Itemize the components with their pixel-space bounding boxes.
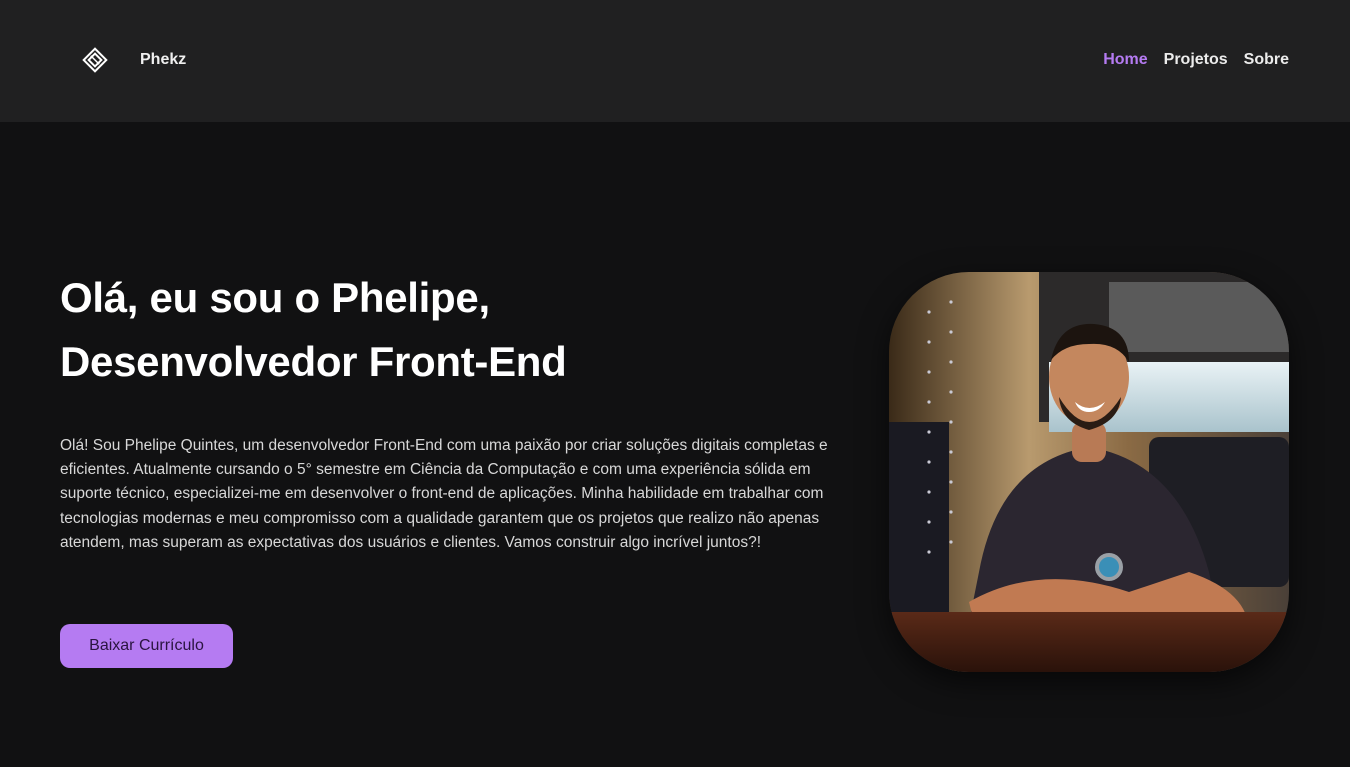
nav-link-home[interactable]: Home	[1103, 51, 1147, 69]
nav-link-sobre[interactable]: Sobre	[1244, 51, 1289, 69]
navbar: Phekz Home Projetos Sobre	[0, 0, 1350, 122]
hero-title-line-2: Desenvolvedor Front-End	[60, 338, 567, 385]
brand-name[interactable]: Phekz	[140, 51, 186, 69]
download-cv-button[interactable]: Baixar Currículo	[60, 624, 233, 668]
profile-photo	[889, 272, 1289, 672]
hero-description: Olá! Sou Phelipe Quintes, um desenvolved…	[60, 437, 828, 551]
hero-title: Olá, eu sou o Phelipe, Desenvolvedor Fro…	[60, 266, 567, 394]
nav-link-projetos[interactable]: Projetos	[1164, 51, 1228, 69]
hero-title-line-1: Olá, eu sou o Phelipe,	[60, 274, 490, 321]
diamond-logo-icon[interactable]	[80, 45, 110, 75]
main-nav: Home Projetos Sobre	[1103, 51, 1289, 69]
